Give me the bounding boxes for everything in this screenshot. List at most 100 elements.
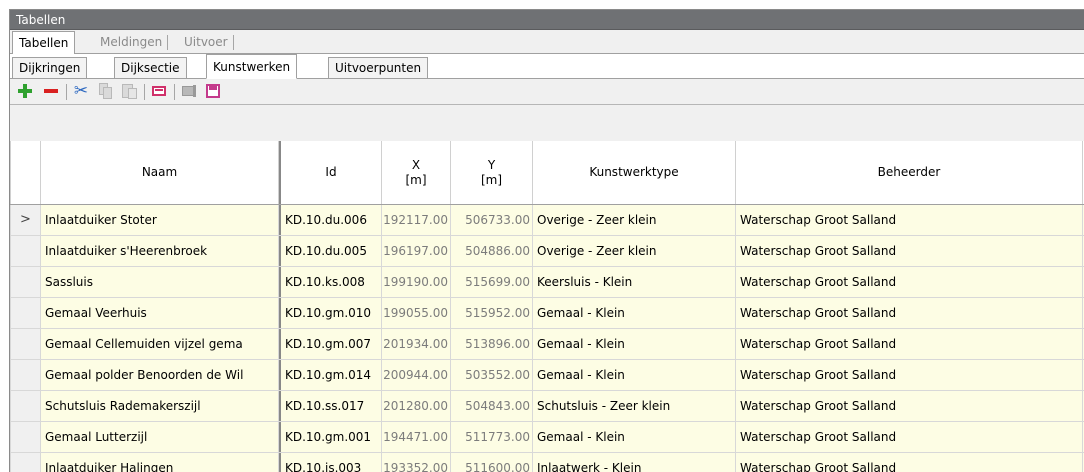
cell-naam[interactable]: Gemaal Lutterzijl: [41, 422, 279, 452]
cell-y[interactable]: 515699.00: [451, 267, 533, 297]
table-row[interactable]: Gemaal polder Benoorden de Wil KD.10.gm.0…: [10, 360, 1084, 391]
cell-kunstwerktype[interactable]: Gemaal - Klein: [533, 298, 736, 328]
toolbar-separator: [144, 84, 145, 100]
row-selector[interactable]: [10, 453, 41, 472]
cell-naam[interactable]: Gemaal polder Benoorden de Wil: [41, 360, 279, 390]
cell-kunstwerktype[interactable]: Inlaatwerk - Klein: [533, 453, 736, 472]
cell-beheerder[interactable]: Waterschap Groot Salland: [736, 422, 1083, 452]
cell-y[interactable]: 513896.00: [451, 329, 533, 359]
cell-kunstwerktype[interactable]: Overige - Zeer klein: [533, 205, 736, 235]
tabellen-window: Tabellen Tabellen Meldingen Uitvoer Dijk…: [9, 9, 1084, 472]
cell-y[interactable]: 503552.00: [451, 360, 533, 390]
tab-uitvoer[interactable]: Uitvoer: [178, 31, 234, 55]
tab-kunstwerken[interactable]: Kunstwerken: [206, 54, 298, 79]
row-selector[interactable]: [10, 360, 41, 390]
row-selector[interactable]: [10, 422, 41, 452]
table-row[interactable]: Inlaatduiker Halingen KD.10.is.003 193352.…: [10, 453, 1084, 472]
row-selector[interactable]: >: [10, 205, 41, 235]
fit-columns-icon[interactable]: [150, 82, 168, 100]
cell-x[interactable]: 192117.00: [382, 205, 451, 235]
add-icon[interactable]: [16, 82, 34, 100]
cell-naam[interactable]: Inlaatduiker Stoter: [41, 205, 279, 235]
copy-icon[interactable]: [96, 82, 114, 100]
row-selector[interactable]: [10, 267, 41, 297]
cell-x[interactable]: 199055.00: [382, 298, 451, 328]
column-header-y[interactable]: Y [m]: [451, 141, 533, 204]
cell-beheerder[interactable]: Waterschap Groot Salland: [736, 298, 1083, 328]
cell-id[interactable]: KD.10.gm.014: [279, 360, 382, 390]
paste-icon[interactable]: [120, 82, 138, 100]
cell-id[interactable]: KD.10.gm.010: [279, 298, 382, 328]
cell-y[interactable]: 504886.00: [451, 236, 533, 266]
inner-tabstrip: Dijkringen Dijksectie Kunstwerken Uitvoe…: [10, 54, 1084, 79]
tab-dijksectie[interactable]: Dijksectie: [114, 57, 187, 79]
tab-tabellen[interactable]: Tabellen: [12, 31, 76, 54]
tab-uitvoerpunten[interactable]: Uitvoerpunten: [328, 57, 429, 79]
cell-beheerder[interactable]: Waterschap Groot Salland: [736, 391, 1083, 421]
cell-kunstwerktype[interactable]: Schutsluis - Zeer klein: [533, 391, 736, 421]
tab-meldingen[interactable]: Meldingen: [94, 31, 169, 55]
table-row[interactable]: > Inlaatduiker Stoter KD.10.du.006 192117.0…: [10, 205, 1084, 236]
table-row[interactable]: Inlaatduiker s'Heerenbroek KD.10.du.005 19…: [10, 236, 1084, 267]
cell-id[interactable]: KD.10.gm.007: [279, 329, 382, 359]
cell-kunstwerktype[interactable]: Gemaal - Klein: [533, 360, 736, 390]
cell-id[interactable]: KD.10.ss.017: [279, 391, 382, 421]
column-header-naam[interactable]: Naam: [41, 141, 279, 204]
cell-naam[interactable]: Inlaatduiker s'Heerenbroek: [41, 236, 279, 266]
row-selector[interactable]: [10, 391, 41, 421]
cell-beheerder[interactable]: Waterschap Groot Salland: [736, 360, 1083, 390]
cell-x[interactable]: 199190.00: [382, 267, 451, 297]
cell-kunstwerktype[interactable]: Keersluis - Klein: [533, 267, 736, 297]
cell-y[interactable]: 506733.00: [451, 205, 533, 235]
cell-id[interactable]: KD.10.ks.008: [279, 267, 382, 297]
cell-naam[interactable]: Sassluis: [41, 267, 279, 297]
cell-x[interactable]: 200944.00: [382, 360, 451, 390]
cell-kunstwerktype[interactable]: Gemaal - Klein: [533, 422, 736, 452]
table-row[interactable]: Schutsluis Rademakerszijl KD.10.ss.017 201…: [10, 391, 1084, 422]
row-selector[interactable]: [10, 329, 41, 359]
tab-separator: [167, 35, 169, 50]
cell-naam[interactable]: Inlaatduiker Halingen: [41, 453, 279, 472]
cell-beheerder[interactable]: Waterschap Groot Salland: [736, 205, 1083, 235]
window-title: Tabellen: [10, 10, 1084, 30]
cell-beheerder[interactable]: Waterschap Groot Salland: [736, 267, 1083, 297]
row-selector[interactable]: [10, 236, 41, 266]
table-row[interactable]: Gemaal Veerhuis KD.10.gm.010 199055.00 5159…: [10, 298, 1084, 329]
table-row[interactable]: Gemaal Cellemuiden vijzel gema KD.10.gm.0…: [10, 329, 1084, 360]
cell-id[interactable]: KD.10.gm.001: [279, 422, 382, 452]
cell-naam[interactable]: Gemaal Veerhuis: [41, 298, 279, 328]
cell-id[interactable]: KD.10.du.006: [279, 205, 382, 235]
table-row[interactable]: Sassluis KD.10.ks.008 199190.00 515699.00 Ke…: [10, 267, 1084, 298]
column-header-beheerder[interactable]: Beheerder: [736, 141, 1083, 204]
cell-naam[interactable]: Schutsluis Rademakerszijl: [41, 391, 279, 421]
cell-kunstwerktype[interactable]: Overige - Zeer klein: [533, 236, 736, 266]
remove-icon[interactable]: [42, 82, 60, 100]
cell-beheerder[interactable]: Waterschap Groot Salland: [736, 329, 1083, 359]
row-selector[interactable]: [10, 298, 41, 328]
cell-id[interactable]: KD.10.is.003: [279, 453, 382, 472]
save-icon[interactable]: [204, 82, 222, 100]
cell-y[interactable]: 511773.00: [451, 422, 533, 452]
cell-id[interactable]: KD.10.du.005: [279, 236, 382, 266]
cell-x[interactable]: 193352.00: [382, 453, 451, 472]
cell-naam[interactable]: Gemaal Cellemuiden vijzel gema: [41, 329, 279, 359]
gray-tool-icon[interactable]: [180, 82, 198, 100]
cut-icon[interactable]: ✂: [72, 82, 90, 100]
cell-y[interactable]: 504843.00: [451, 391, 533, 421]
column-header-x[interactable]: X [m]: [382, 141, 451, 204]
column-header-kunstwerktype[interactable]: Kunstwerktype: [533, 141, 736, 204]
cell-x[interactable]: 201934.00: [382, 329, 451, 359]
tab-dijkringen[interactable]: Dijkringen: [12, 57, 88, 79]
cell-kunstwerktype[interactable]: Gemaal - Klein: [533, 329, 736, 359]
toolbar-separator: [174, 84, 175, 100]
table-row[interactable]: Gemaal Lutterzijl KD.10.gm.001 194471.00 51…: [10, 422, 1084, 453]
cell-x[interactable]: 201280.00: [382, 391, 451, 421]
cell-x[interactable]: 196197.00: [382, 236, 451, 266]
table-header: Naam Id X [m] Y [m] Kunstwerktype Beheerde…: [10, 141, 1084, 205]
cell-y[interactable]: 511600.00: [451, 453, 533, 472]
column-header-id[interactable]: Id: [279, 141, 382, 204]
cell-beheerder[interactable]: Waterschap Groot Salland: [736, 453, 1083, 472]
cell-x[interactable]: 194471.00: [382, 422, 451, 452]
cell-beheerder[interactable]: Waterschap Groot Salland: [736, 236, 1083, 266]
cell-y[interactable]: 515952.00: [451, 298, 533, 328]
